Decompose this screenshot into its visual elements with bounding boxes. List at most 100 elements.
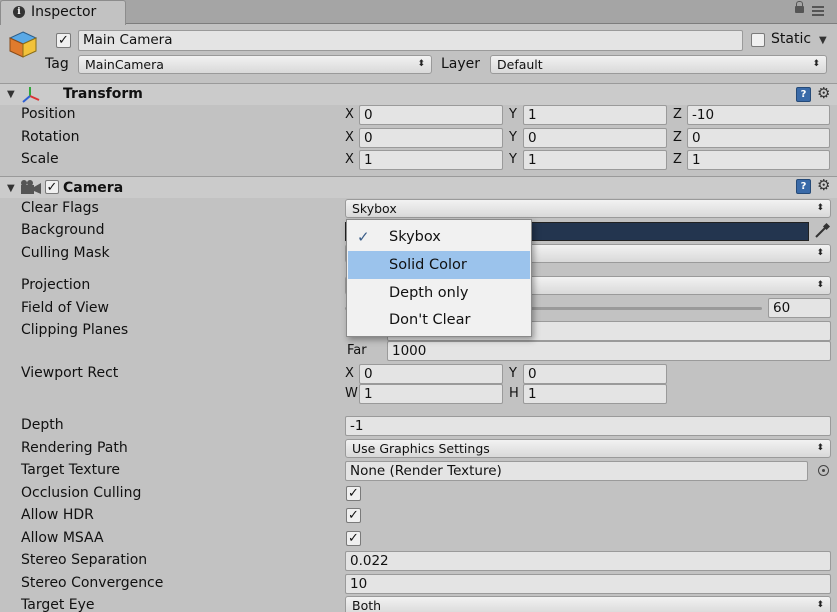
popup-item-label: Solid Color bbox=[389, 257, 467, 273]
allow-hdr-label: Allow HDR bbox=[21, 507, 94, 523]
fov-field[interactable]: 60 bbox=[768, 298, 831, 318]
tab-label: Inspector bbox=[31, 4, 97, 20]
axis-z-label: Z bbox=[673, 130, 682, 145]
stereo-separation-label: Stereo Separation bbox=[21, 552, 148, 568]
updown-arrows-icon: ⬍ bbox=[812, 59, 820, 69]
info-icon: i bbox=[13, 6, 25, 18]
updown-arrows-icon: ⬍ bbox=[816, 280, 824, 290]
tag-label: Tag bbox=[45, 56, 69, 72]
scale-z-field[interactable]: 1 bbox=[687, 150, 830, 170]
fold-arrow-icon[interactable]: ▼ bbox=[7, 89, 15, 100]
axis-x-label: X bbox=[345, 130, 354, 145]
help-icon[interactable]: ? bbox=[796, 179, 811, 194]
axis-y-label: Y bbox=[509, 152, 517, 167]
scale-label: Scale bbox=[21, 151, 59, 167]
target-eye-label: Target Eye bbox=[21, 597, 95, 612]
position-z-field[interactable]: -10 bbox=[687, 105, 830, 125]
static-dropdown-icon[interactable]: ▼ bbox=[819, 35, 827, 46]
layer-dropdown[interactable]: Default ⬍ bbox=[490, 55, 827, 74]
static-label: Static bbox=[771, 31, 812, 47]
viewport-rect-label: Viewport Rect bbox=[21, 365, 119, 381]
fov-label: Field of View bbox=[21, 300, 109, 316]
camera-header[interactable] bbox=[0, 176, 837, 198]
culling-mask-label: Culling Mask bbox=[21, 245, 110, 261]
axis-w-label: W bbox=[345, 386, 358, 401]
depth-field[interactable]: -1 bbox=[345, 416, 831, 436]
popup-item-skybox[interactable]: ✓ Skybox bbox=[348, 223, 530, 251]
lock-icon[interactable] bbox=[795, 1, 804, 13]
check-icon: ✓ bbox=[357, 228, 370, 246]
target-eye-value: Both bbox=[352, 598, 382, 612]
layer-label: Layer bbox=[441, 56, 481, 72]
tab-menu-icon[interactable] bbox=[812, 6, 824, 16]
clipping-far-field[interactable]: 1000 bbox=[387, 341, 831, 361]
help-icon[interactable]: ? bbox=[796, 87, 811, 102]
camera-enabled-checkbox[interactable]: ✓ bbox=[45, 180, 59, 194]
gear-icon[interactable]: ⚙ bbox=[817, 86, 830, 101]
popup-item-depth-only[interactable]: Depth only bbox=[348, 279, 530, 307]
target-eye-dropdown[interactable]: Both ⬍ bbox=[345, 596, 831, 612]
axis-x-label: X bbox=[345, 107, 354, 122]
target-texture-label: Target Texture bbox=[21, 462, 121, 478]
object-picker-icon[interactable] bbox=[818, 465, 829, 476]
popup-item-label: Don't Clear bbox=[389, 312, 471, 328]
stereo-convergence-field[interactable]: 10 bbox=[345, 574, 831, 594]
occlusion-culling-checkbox[interactable]: ✓ bbox=[346, 486, 361, 501]
viewport-y-field[interactable]: 0 bbox=[523, 364, 667, 384]
object-name-field[interactable]: Main Camera bbox=[78, 30, 743, 51]
axis-x-label: X bbox=[345, 366, 354, 381]
popup-item-solid-color[interactable]: Solid Color bbox=[348, 251, 530, 279]
target-texture-field[interactable]: None (Render Texture) bbox=[345, 461, 808, 481]
popup-item-label: Skybox bbox=[389, 229, 441, 245]
updown-arrows-icon: ⬍ bbox=[417, 59, 425, 69]
axis-z-label: Z bbox=[673, 107, 682, 122]
tab-inspector[interactable]: i Inspector bbox=[0, 0, 126, 25]
rotation-x-field[interactable]: 0 bbox=[359, 128, 503, 148]
occlusion-culling-label: Occlusion Culling bbox=[21, 485, 142, 501]
allow-msaa-checkbox[interactable]: ✓ bbox=[346, 531, 361, 546]
rendering-path-value: Use Graphics Settings bbox=[352, 441, 490, 456]
active-checkbox[interactable]: ✓ bbox=[56, 33, 71, 48]
tag-value: MainCamera bbox=[85, 57, 164, 72]
viewport-h-field[interactable]: 1 bbox=[523, 384, 667, 404]
position-label: Position bbox=[21, 106, 76, 122]
updown-arrows-icon: ⬍ bbox=[816, 248, 824, 258]
stereo-separation-field[interactable]: 0.022 bbox=[345, 551, 831, 571]
updown-arrows-icon: ⬍ bbox=[816, 600, 824, 610]
clipping-planes-label: Clipping Planes bbox=[21, 322, 129, 338]
allow-msaa-label: Allow MSAA bbox=[21, 530, 104, 546]
rendering-path-label: Rendering Path bbox=[21, 440, 128, 456]
rotation-label: Rotation bbox=[21, 129, 80, 145]
clear-flags-label: Clear Flags bbox=[21, 200, 99, 216]
gameobject-cube-icon bbox=[8, 30, 38, 58]
eyedropper-icon[interactable] bbox=[813, 222, 831, 240]
popup-item-dont-clear[interactable]: Don't Clear bbox=[348, 306, 530, 334]
fold-arrow-icon[interactable]: ▼ bbox=[7, 183, 15, 194]
axis-y-label: Y bbox=[509, 130, 517, 145]
axis-y-label: Y bbox=[509, 107, 517, 122]
allow-hdr-checkbox[interactable]: ✓ bbox=[346, 508, 361, 523]
scale-y-field[interactable]: 1 bbox=[523, 150, 667, 170]
position-y-field[interactable]: 1 bbox=[523, 105, 667, 125]
clear-flags-value: Skybox bbox=[352, 201, 397, 216]
projection-label: Projection bbox=[21, 277, 91, 293]
camera-icon bbox=[20, 180, 42, 195]
popup-item-label: Depth only bbox=[389, 285, 469, 301]
rotation-z-field[interactable]: 0 bbox=[687, 128, 830, 148]
gear-icon[interactable]: ⚙ bbox=[817, 178, 830, 193]
stereo-convergence-label: Stereo Convergence bbox=[21, 575, 164, 591]
rendering-path-dropdown[interactable]: Use Graphics Settings ⬍ bbox=[345, 439, 831, 458]
viewport-w-field[interactable]: 1 bbox=[359, 384, 503, 404]
axis-x-label: X bbox=[345, 152, 354, 167]
axis-y-label: Y bbox=[509, 366, 517, 381]
viewport-x-field[interactable]: 0 bbox=[359, 364, 503, 384]
tag-dropdown[interactable]: MainCamera ⬍ bbox=[78, 55, 432, 74]
transform-icon bbox=[21, 86, 41, 104]
axis-h-label: H bbox=[509, 386, 519, 401]
position-x-field[interactable]: 0 bbox=[359, 105, 503, 125]
clear-flags-dropdown[interactable]: Skybox ⬍ bbox=[345, 199, 831, 218]
rotation-y-field[interactable]: 0 bbox=[523, 128, 667, 148]
static-checkbox[interactable] bbox=[751, 33, 765, 47]
depth-label: Depth bbox=[21, 417, 64, 433]
scale-x-field[interactable]: 1 bbox=[359, 150, 503, 170]
